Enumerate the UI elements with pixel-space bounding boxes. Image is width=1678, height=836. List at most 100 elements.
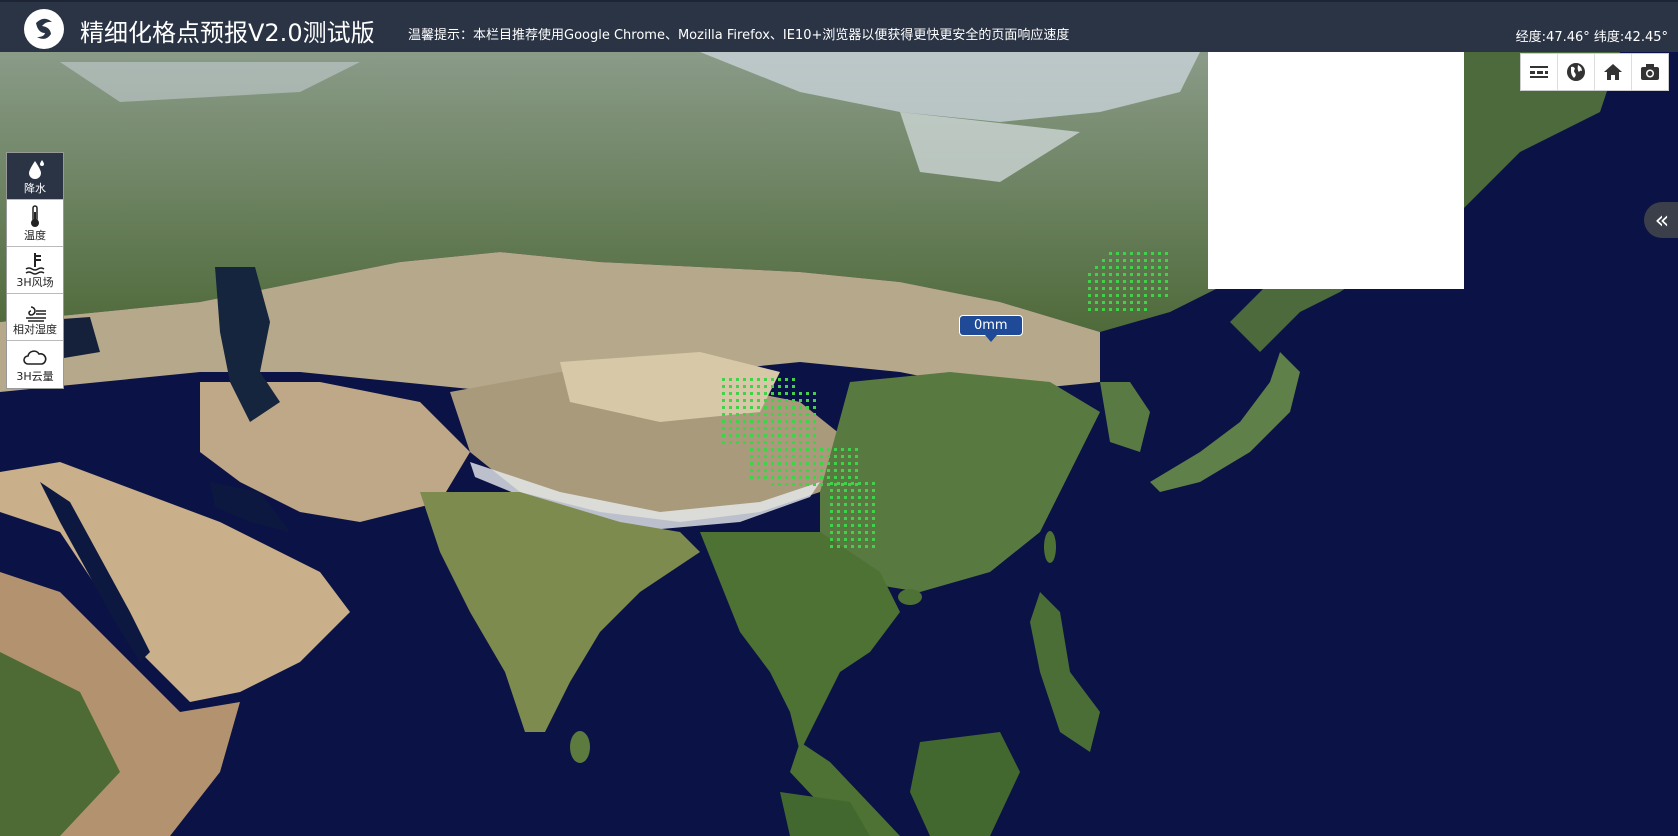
grid-point: [1102, 266, 1105, 269]
grid-point: [771, 483, 774, 486]
grid-point: [851, 538, 854, 541]
grid-point: [813, 469, 816, 472]
grid-point: [1095, 287, 1098, 290]
grid-point: [1137, 287, 1140, 290]
grid-point: [1109, 301, 1112, 304]
grid-point: [1109, 287, 1112, 290]
grid-point: [729, 441, 732, 444]
thermometer-icon: [31, 204, 39, 227]
collapse-panel-button[interactable]: «: [1644, 202, 1678, 238]
grid-point: [855, 462, 858, 465]
grid-point: [813, 448, 816, 451]
grid-point: [722, 441, 725, 444]
swirl-logo-icon: [24, 9, 64, 49]
grid-point: [813, 483, 816, 486]
grid-point: [806, 462, 809, 465]
grid-point: [1088, 308, 1091, 311]
grid-point: [1109, 294, 1112, 297]
grid-point: [830, 503, 833, 506]
grid-point: [736, 441, 739, 444]
grid-point: [1095, 280, 1098, 283]
grid-point: [792, 476, 795, 479]
grid-point: [771, 427, 774, 430]
grid-point: [834, 483, 837, 486]
grid-point: [834, 476, 837, 479]
layer-wind[interactable]: 3H风场: [7, 247, 63, 294]
grid-point: [844, 545, 847, 548]
grid-point: [799, 441, 802, 444]
grid-point: [806, 392, 809, 395]
grid-point: [764, 434, 767, 437]
grid-point: [764, 385, 767, 388]
grid-point: [806, 448, 809, 451]
grid-point: [750, 392, 753, 395]
grid-point: [778, 385, 781, 388]
grid-point: [785, 483, 788, 486]
grid-point: [813, 441, 816, 444]
grid-point: [1123, 294, 1126, 297]
grid-point: [771, 385, 774, 388]
grid-point: [844, 517, 847, 520]
grid-point: [1116, 280, 1119, 283]
grid-point: [806, 476, 809, 479]
layer-temperature[interactable]: 温度: [7, 200, 63, 247]
grid-point: [764, 413, 767, 416]
grid-point: [806, 413, 809, 416]
wind-icon: [25, 252, 45, 275]
grid-point: [844, 496, 847, 499]
grid-point: [1144, 266, 1147, 269]
globe-button[interactable]: [1558, 54, 1595, 90]
grid-point: [837, 538, 840, 541]
grid-point: [865, 517, 868, 520]
home-button[interactable]: [1595, 54, 1632, 90]
grid-point: [830, 531, 833, 534]
map-toolbar: [1520, 53, 1669, 91]
grid-point: [743, 406, 746, 409]
grid-point: [743, 434, 746, 437]
app-root: 精细化格点预报V2.0测试版 温馨提示：本栏目推荐使用Google Chrome…: [0, 0, 1678, 836]
grid-point: [1144, 308, 1147, 311]
layer-cloud[interactable]: 3H云量: [7, 341, 63, 388]
grid-point: [1123, 259, 1126, 262]
grid-point: [750, 441, 753, 444]
grid-point: [858, 517, 861, 520]
layer-precipitation[interactable]: 降水: [7, 153, 63, 200]
grid-point: [858, 531, 861, 534]
grid-point: [865, 489, 868, 492]
grid-point: [1151, 287, 1154, 290]
screenshot-button[interactable]: [1632, 54, 1668, 90]
grid-point: [806, 434, 809, 437]
grid-point: [792, 441, 795, 444]
grid-point: [865, 482, 868, 485]
legend-button[interactable]: [1521, 54, 1558, 90]
grid-point: [855, 455, 858, 458]
grid-point: [837, 510, 840, 513]
grid-point: [1165, 287, 1168, 290]
grid-point: [1116, 301, 1119, 304]
grid-point: [1088, 280, 1091, 283]
grid-point: [722, 406, 725, 409]
grid-point: [1144, 259, 1147, 262]
grid-point: [736, 420, 739, 423]
grid-point: [844, 482, 847, 485]
layer-humidity[interactable]: 相对湿度: [7, 294, 63, 341]
grid-point: [1095, 294, 1098, 297]
grid-point: [806, 483, 809, 486]
grid-point: [806, 399, 809, 402]
grid-point: [729, 413, 732, 416]
grid-point: [722, 378, 725, 381]
grid-point: [1130, 266, 1133, 269]
grid-point: [771, 392, 774, 395]
grid-point: [858, 496, 861, 499]
grid-point: [872, 524, 875, 527]
grid-point: [785, 476, 788, 479]
grid-point: [1151, 280, 1154, 283]
grid-point: [820, 476, 823, 479]
grid-point: [792, 392, 795, 395]
grid-point: [837, 496, 840, 499]
grid-point: [858, 538, 861, 541]
grid-point: [1109, 308, 1112, 311]
grid-point: [792, 448, 795, 451]
layer-label: 降水: [24, 181, 46, 195]
grid-point: [1102, 280, 1105, 283]
